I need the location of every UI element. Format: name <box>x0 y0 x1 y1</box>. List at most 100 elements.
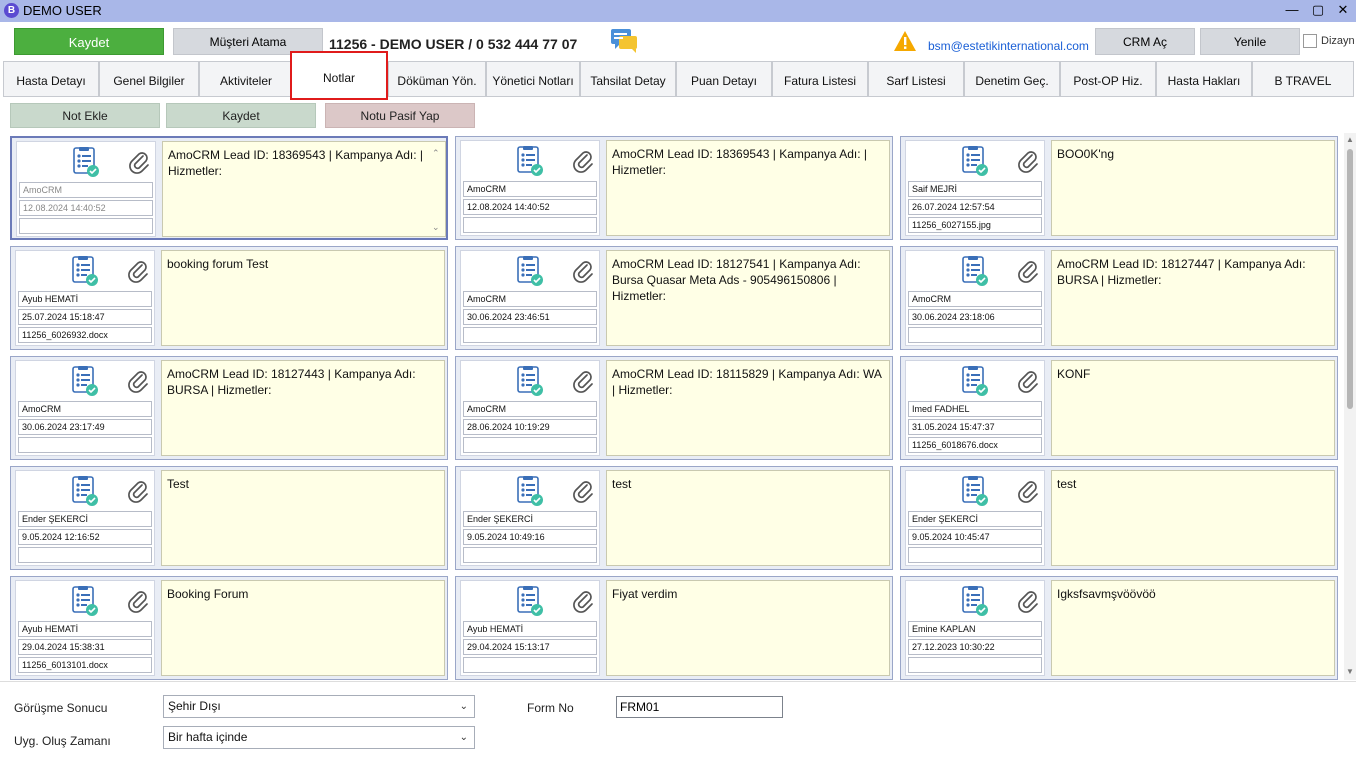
paperclip-icon[interactable] <box>1016 259 1040 283</box>
document-checklist-icon[interactable] <box>961 476 989 508</box>
tab-puan-detayi[interactable]: Puan Detayı <box>676 61 772 97</box>
note-file-field[interactable] <box>908 547 1042 563</box>
scroll-up-icon[interactable]: ▲ <box>1346 135 1354 144</box>
maximize-icon[interactable]: ▢ <box>1305 0 1331 20</box>
chevron-down-icon[interactable]: ⌄ <box>432 219 440 235</box>
note-card[interactable]: AmoCRM 30.06.2024 23:46:51 AmoCRM Lead ID:… <box>455 246 893 350</box>
note-file-field[interactable] <box>463 547 597 563</box>
document-checklist-icon[interactable] <box>961 256 989 288</box>
document-checklist-icon[interactable] <box>71 366 99 398</box>
note-file-field[interactable] <box>908 657 1042 673</box>
note-text[interactable]: booking forum Test <box>161 250 445 346</box>
note-file-field[interactable] <box>18 547 152 563</box>
note-text[interactable]: Test <box>161 470 445 566</box>
note-text[interactable]: KONF <box>1051 360 1335 456</box>
document-checklist-icon[interactable] <box>71 256 99 288</box>
tab-aktiviteler[interactable]: Aktiviteler <box>199 61 293 97</box>
note-card[interactable]: AmoCRM 28.06.2024 10:19:29 AmoCRM Lead ID:… <box>455 356 893 460</box>
paperclip-icon[interactable] <box>126 369 150 393</box>
chevron-up-icon[interactable]: ⌃ <box>432 145 440 161</box>
note-card[interactable]: Ender ŞEKERCİ 9.05.2024 12:16:52 Test <box>10 466 448 570</box>
paperclip-icon[interactable] <box>571 259 595 283</box>
paperclip-icon[interactable] <box>126 259 150 283</box>
scroll-thumb[interactable] <box>1347 149 1353 409</box>
note-text[interactable]: test <box>1051 470 1335 566</box>
paperclip-icon[interactable] <box>1016 149 1040 173</box>
note-file-field[interactable]: 11256_6027155.jpg <box>908 217 1042 233</box>
document-checklist-icon[interactable] <box>71 586 99 618</box>
note-card[interactable]: AmoCRM 12.08.2024 14:40:52 AmoCRM Lead ID:… <box>10 136 448 240</box>
minimize-icon[interactable]: — <box>1279 0 1305 20</box>
paperclip-icon[interactable] <box>126 589 150 613</box>
note-text[interactable]: Booking Forum <box>161 580 445 676</box>
document-checklist-icon[interactable] <box>516 146 544 178</box>
note-card[interactable]: Ayub HEMATİ 29.04.2024 15:38:31 11256_6013… <box>10 576 448 680</box>
note-card[interactable]: Ayub HEMATİ 25.07.2024 15:18:47 11256_6026… <box>10 246 448 350</box>
paperclip-icon[interactable] <box>1016 589 1040 613</box>
note-card[interactable]: Ender ŞEKERCİ 9.05.2024 10:49:16 test <box>455 466 893 570</box>
paperclip-icon[interactable] <box>1016 369 1040 393</box>
tab-post-op-hiz[interactable]: Post-OP Hiz. <box>1060 61 1156 97</box>
scroll-down-icon[interactable]: ▼ <box>1346 667 1354 676</box>
note-text[interactable]: AmoCRM Lead ID: 18369543 | Kampanya Adı:… <box>606 140 890 236</box>
note-file-field[interactable]: 11256_6018676.docx <box>908 437 1042 453</box>
note-file-field[interactable] <box>19 218 153 234</box>
paperclip-icon[interactable] <box>571 589 595 613</box>
document-checklist-icon[interactable] <box>516 586 544 618</box>
note-file-field[interactable] <box>463 217 597 233</box>
document-checklist-icon[interactable] <box>71 476 99 508</box>
form-no-input[interactable]: FRM01 <box>616 696 783 718</box>
note-file-field[interactable]: 11256_6013101.docx <box>18 657 152 673</box>
time-select[interactable]: Bir hafta içinde ⌄ <box>163 726 475 749</box>
document-checklist-icon[interactable] <box>516 366 544 398</box>
document-checklist-icon[interactable] <box>961 146 989 178</box>
note-card[interactable]: Ender ŞEKERCİ 9.05.2024 10:45:47 test <box>900 466 1338 570</box>
result-select[interactable]: Şehir Dışı ⌄ <box>163 695 475 718</box>
note-text[interactable]: AmoCRM Lead ID: 18369543 | Kampanya Adı:… <box>162 141 446 237</box>
tab-fatura-listesi[interactable]: Fatura Listesi <box>772 61 868 97</box>
deactivate-note-button[interactable]: Notu Pasif Yap <box>325 103 475 128</box>
note-file-field[interactable] <box>463 327 597 343</box>
document-checklist-icon[interactable] <box>516 256 544 288</box>
refresh-button[interactable]: Yenile <box>1200 28 1300 55</box>
save-note-button[interactable]: Kaydet <box>166 103 316 128</box>
email-link[interactable]: bsm@estetikinternational.com <box>928 39 1089 53</box>
crm-open-button[interactable]: CRM Aç <box>1095 28 1195 55</box>
note-text[interactable]: BOO0K'ng <box>1051 140 1335 236</box>
tab-genel-bilgiler[interactable]: Genel Bilgiler <box>99 61 199 97</box>
note-text[interactable]: AmoCRM Lead ID: 18127447 | Kampanya Adı:… <box>1051 250 1335 346</box>
add-note-button[interactable]: Not Ekle <box>10 103 160 128</box>
note-card[interactable]: AmoCRM 30.06.2024 23:17:49 AmoCRM Lead ID:… <box>10 356 448 460</box>
notes-scrollbar[interactable]: ▲ ▼ <box>1344 133 1356 680</box>
tab-yonetici-notlari[interactable]: Yönetici Notları <box>486 61 580 97</box>
note-text[interactable]: AmoCRM Lead ID: 18115829 | Kampanya Adı:… <box>606 360 890 456</box>
paperclip-icon[interactable] <box>571 149 595 173</box>
tab-sarf-listesi[interactable]: Sarf Listesi <box>868 61 964 97</box>
note-file-field[interactable] <box>18 437 152 453</box>
save-button[interactable]: Kaydet <box>14 28 164 55</box>
document-checklist-icon[interactable] <box>72 147 100 179</box>
paperclip-icon[interactable] <box>126 479 150 503</box>
tab-notlar[interactable]: Notlar <box>290 51 388 100</box>
note-text[interactable]: test <box>606 470 890 566</box>
note-file-field[interactable]: 11256_6026932.docx <box>18 327 152 343</box>
note-scrollbar[interactable]: ⌃ ⌄ <box>431 145 443 233</box>
design-checkbox[interactable] <box>1303 34 1317 48</box>
note-card[interactable]: Saif MEJRİ 26.07.2024 12:57:54 11256_60271… <box>900 136 1338 240</box>
design-toggle[interactable]: Dizayn <box>1303 34 1355 48</box>
note-file-field[interactable] <box>908 327 1042 343</box>
note-card[interactable]: AmoCRM 12.08.2024 14:40:52 AmoCRM Lead ID:… <box>455 136 893 240</box>
tab-hasta-haklari[interactable]: Hasta Hakları <box>1156 61 1252 97</box>
tab-b-travel[interactable]: B TRAVEL <box>1252 61 1354 97</box>
paperclip-icon[interactable] <box>571 479 595 503</box>
paperclip-icon[interactable] <box>571 369 595 393</box>
paperclip-icon[interactable] <box>127 150 151 174</box>
note-text[interactable]: AmoCRM Lead ID: 18127541 | Kampanya Adı:… <box>606 250 890 346</box>
close-icon[interactable]: ✕ <box>1330 0 1356 20</box>
paperclip-icon[interactable] <box>1016 479 1040 503</box>
note-text[interactable]: Igksfsavmşvöövöö <box>1051 580 1335 676</box>
note-card[interactable]: Emine KAPLAN 27.12.2023 10:30:22 Igksfsavm… <box>900 576 1338 680</box>
note-text[interactable]: Fiyat verdim <box>606 580 890 676</box>
note-card[interactable]: Ayub HEMATİ 29.04.2024 15:13:17 Fiyat verd… <box>455 576 893 680</box>
note-file-field[interactable] <box>463 437 597 453</box>
